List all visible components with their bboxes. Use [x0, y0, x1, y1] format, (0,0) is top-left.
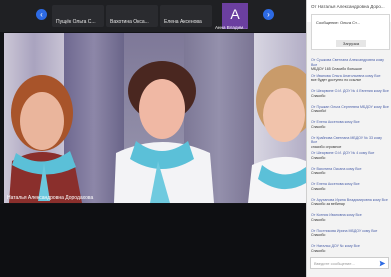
message-body: МБДОУ 165 Спасибо большое [311, 67, 363, 72]
download-button[interactable]: Загрузка [336, 40, 366, 47]
zoom-window: ‹ Пущёк Ольга С... Вахотина Окса... Елен… [0, 0, 391, 277]
message-body: Спасибо [311, 155, 326, 160]
speaker-image [9, 61, 306, 203]
chat-message: От Вахотина Оксана кому Все Спасибо [311, 167, 389, 176]
chat-input[interactable]: Введите сообщение... [310, 257, 389, 269]
chat-message: От Шеарвине О.И. ДОУ № 4 Евгения кому Вс… [311, 89, 389, 98]
message-body: спасибо огромное [311, 144, 342, 149]
chat-message: От Иванова Ольга Анатольевна кому Все все… [311, 74, 389, 83]
video-footer [0, 204, 306, 277]
message-body: все будет доступно по ссылке [311, 78, 362, 83]
chat-message: От Сушкова Светлана Александровна кому В… [311, 58, 389, 72]
chat-message: От Елена Аксенова кому Все Спасибо [311, 120, 389, 129]
chevron-right-icon: › [267, 10, 270, 19]
message-body: Спасибо [311, 171, 326, 176]
prev-page-button[interactable]: ‹ [36, 9, 47, 20]
chat-message: От Аруханова Ирина Владимировна кому Все… [311, 198, 389, 207]
chat-message: От Пушкан Ольга Сергеевна МБДОУ кому Все… [311, 105, 389, 114]
participant-name: Анна Владим... [215, 25, 247, 30]
message-body: Спасибо! [311, 109, 327, 114]
send-icon[interactable] [379, 260, 386, 267]
participant-tile-2[interactable]: Вахотина Окса... [106, 5, 158, 27]
chat-message: От Крайнова Светлана МБДОУ № 33 кому Все… [311, 136, 389, 150]
speaker-name: Наталья Александровна Дородахова [7, 195, 94, 201]
message-body: Спасибо [311, 233, 326, 238]
chat-notification: Сообщение: Ольга Ст... Загрузка [311, 14, 390, 50]
chat-message: От Постникова Ирина МБДОУ кому Все Спасиб… [311, 229, 389, 238]
chat-title: От Наталья Александровна Доро... [311, 4, 385, 9]
notification-text: Сообщение: Ольга Ст... [316, 20, 360, 25]
chat-panel: От Наталья Александровна Доро... Сообщен… [306, 0, 391, 277]
chat-message: От Ксения Ивановна кому Все Спасибо [311, 213, 389, 222]
chat-input-placeholder: Введите сообщение... [314, 261, 355, 266]
participant-tile-3[interactable]: Елена Аксенова [160, 5, 212, 27]
message-body: Спасибо за вебинар [311, 202, 345, 207]
speaker-video: Наталья Александровна Дородахова [4, 33, 306, 203]
message-sender: От Шеарвине О.И. ДОУ № 4 Евгения кому Вс… [311, 89, 389, 93]
message-body: Спасибо [311, 124, 326, 129]
chat-message: От Шеарвине О.И. ДОУ № 4 кому Все Спасибо [311, 151, 389, 160]
chat-message: От Елена Аксенова кому Все Спасибо [311, 182, 389, 191]
participant-tile-1[interactable]: Пущёк Ольга С... [52, 5, 104, 27]
message-sender: От Сушкова Светлана Александровна кому В… [311, 58, 384, 67]
chevron-left-icon: ‹ [40, 10, 43, 19]
message-body: Спасибо [311, 186, 326, 191]
participant-name: Елена Аксенова [164, 19, 202, 25]
participant-strip: ‹ Пущёк Ольга С... Вахотина Окса... Елен… [0, 0, 306, 32]
chat-message: От Наталья ДОУ № кому Все Спасибо [311, 244, 389, 253]
message-body: Спасибо [311, 217, 326, 222]
next-page-button[interactable]: › [263, 9, 274, 20]
participant-name: Вахотина Окса... [110, 19, 149, 25]
participant-name: Пущёк Ольга С... [56, 19, 96, 25]
message-sender: От Крайнова Светлана МБДОУ № 33 кому Все [311, 135, 382, 145]
message-body: Спасибо [311, 93, 326, 98]
message-body: Спасибо [311, 248, 326, 253]
